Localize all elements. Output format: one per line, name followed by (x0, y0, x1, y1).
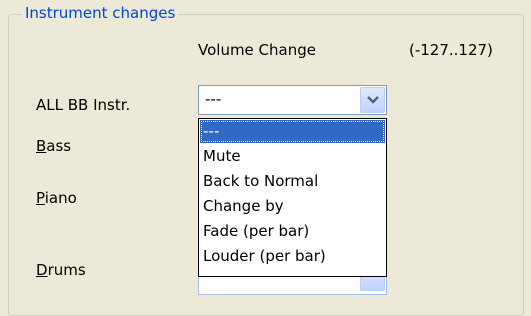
all-bb-instr-combobox[interactable]: --- (198, 85, 387, 115)
dropdown-option[interactable]: Fade (per bar) (200, 220, 385, 243)
dropdown-option[interactable]: Back to Normal (200, 170, 385, 193)
combo-dropdown-button[interactable] (360, 87, 385, 113)
label-piano: Piano (36, 189, 77, 207)
chevron-down-icon (367, 96, 379, 104)
dropdown-option[interactable]: Mute (200, 145, 385, 168)
dropdown-option[interactable]: --- (200, 120, 385, 143)
volume-change-dropdown-list: --- Mute Back to Normal Change by Fade (… (198, 118, 387, 277)
range-label: (-127..127) (409, 41, 493, 59)
combo-value: --- (205, 90, 222, 108)
label-all-bb-instr: ALL BB Instr. (36, 96, 131, 114)
dropdown-option[interactable]: Change by (200, 195, 385, 218)
volume-change-header: Volume Change (198, 41, 316, 59)
group-title: Instrument changes (22, 4, 179, 23)
label-drums: Drums (36, 261, 86, 279)
label-bass: Bass (36, 137, 72, 155)
dropdown-option[interactable]: Louder (per bar) (200, 245, 385, 268)
